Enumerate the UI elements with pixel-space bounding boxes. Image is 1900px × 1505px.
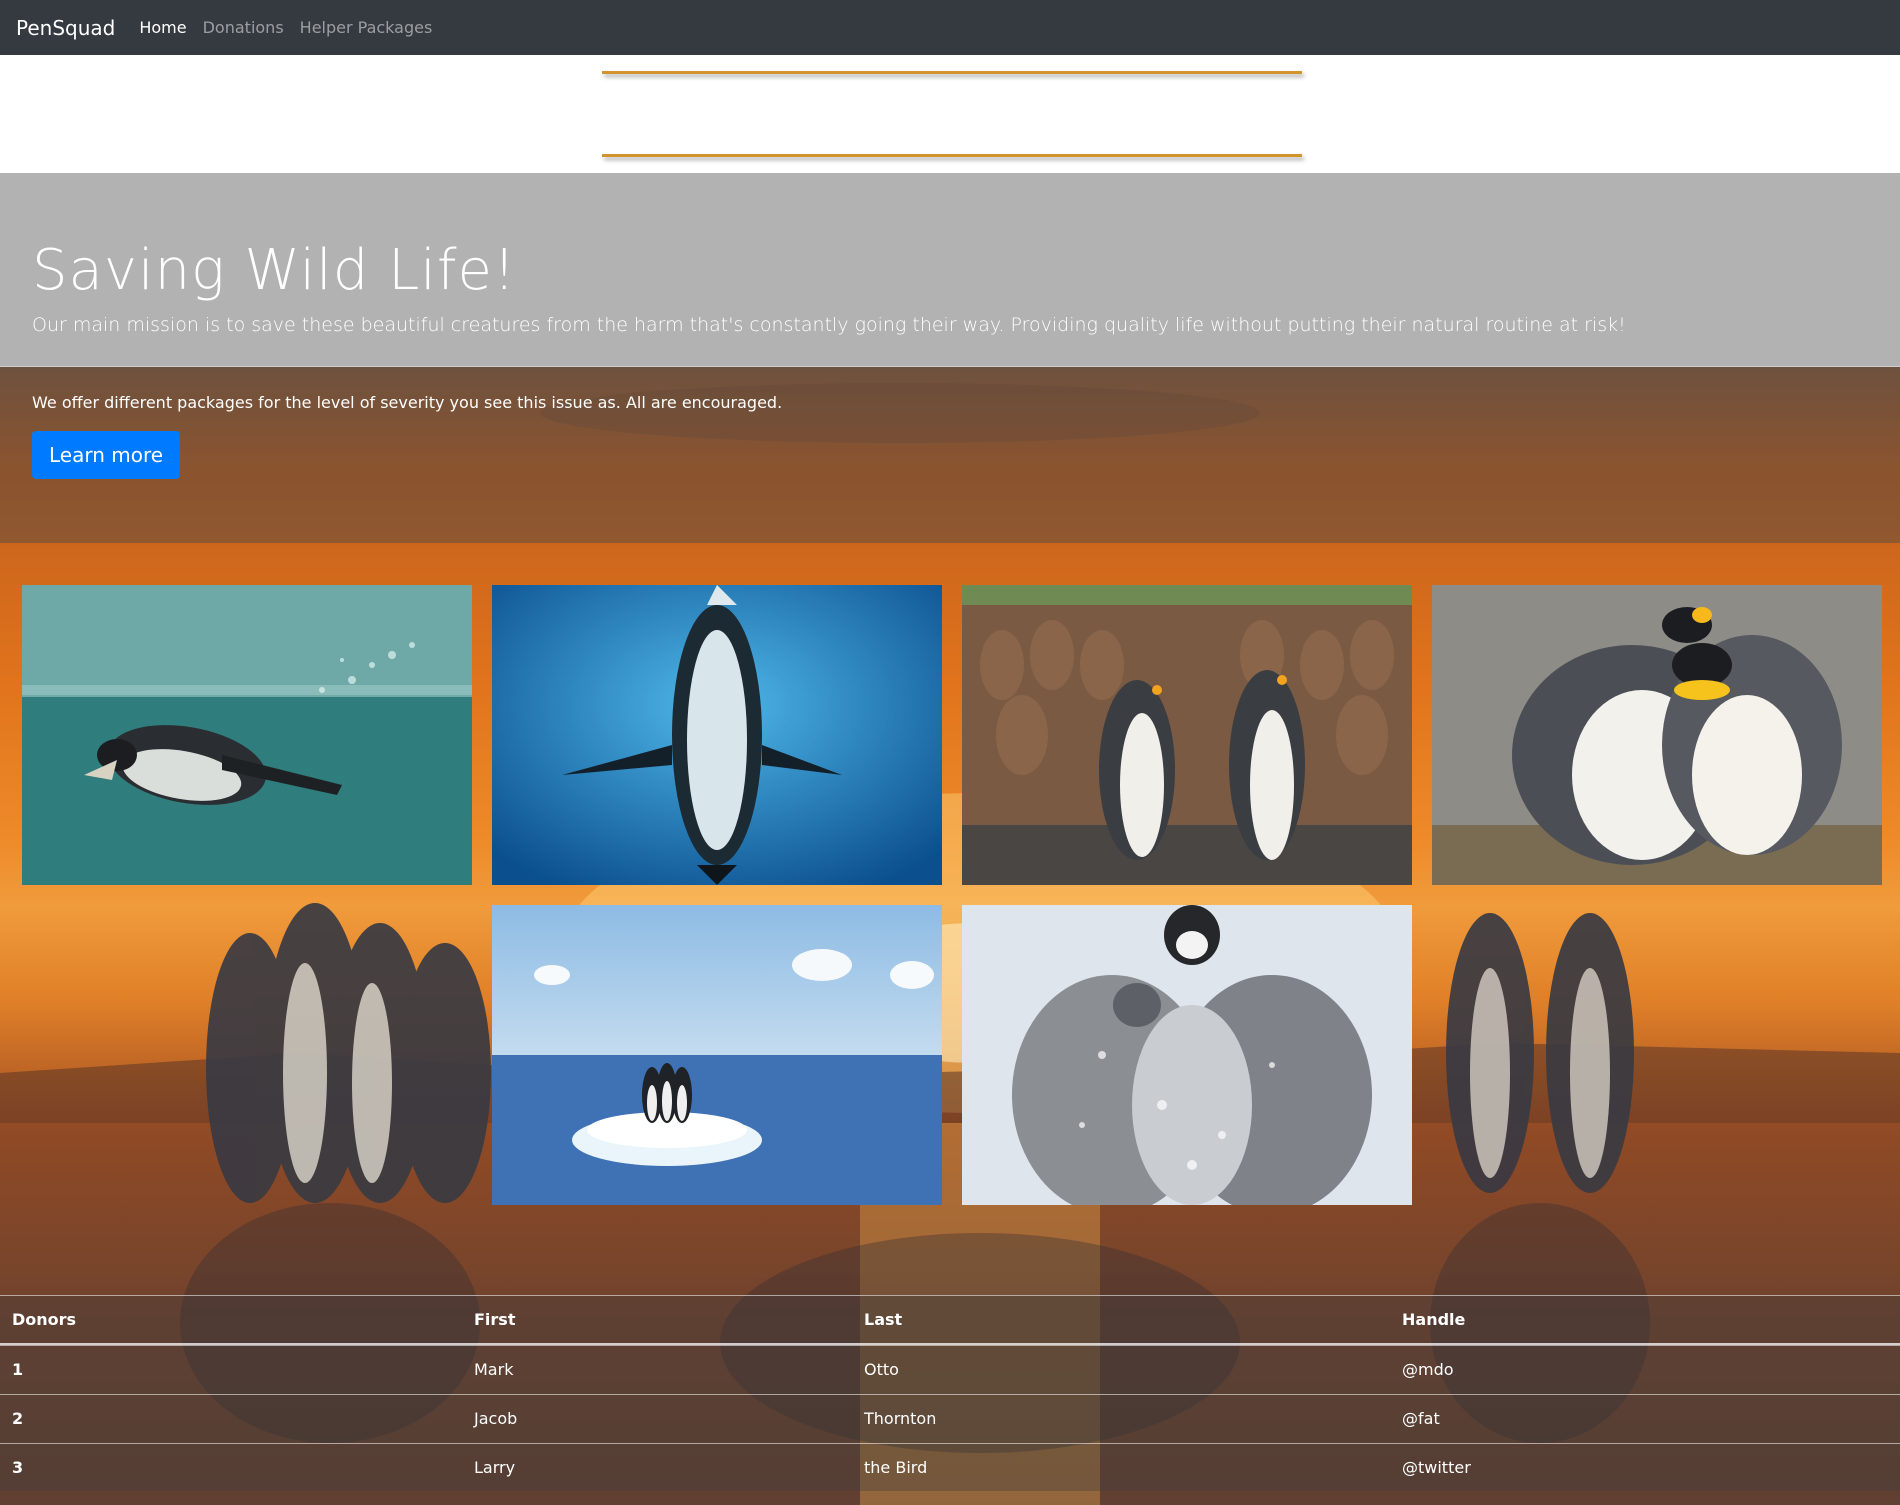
last-name: the Bird (864, 1458, 928, 1477)
jumbotron: Saving Wild Life! Our main mission is to… (0, 173, 1900, 543)
nav-donations[interactable]: Donations (203, 18, 284, 37)
header-last: Last (864, 1310, 903, 1329)
photo-king-penguin-colony[interactable] (962, 585, 1412, 885)
first-name: Jacob (474, 1409, 518, 1428)
table-row: 2 Jacob Thornton @fat (0, 1394, 1900, 1443)
row-number: 1 (12, 1360, 24, 1379)
header-donors: Donors (12, 1310, 77, 1329)
navbar: PenSquad Home Donations Helper Packages (0, 0, 1900, 55)
table-row: 1 Mark Otto @mdo (0, 1345, 1900, 1394)
header-band (0, 55, 1900, 173)
table-header-row: Donors First Last Handle (0, 1295, 1900, 1345)
divider (0, 366, 1900, 367)
packages-text: We offer different packages for the leve… (32, 393, 783, 412)
learn-more-button[interactable]: Learn more (32, 431, 180, 479)
header-first: First (474, 1310, 516, 1329)
photo-emperor-penguin-chick[interactable] (962, 905, 1412, 1205)
top-accent-line (602, 71, 1302, 74)
nav-home[interactable]: Home (139, 18, 186, 37)
photo-penguin-diving[interactable] (492, 585, 942, 885)
donors-table: Donors First Last Handle 1 Mark Otto @md… (0, 1295, 1900, 1491)
photo-penguin-swimming[interactable] (22, 585, 472, 885)
photo-king-penguin-couple[interactable] (1432, 585, 1882, 885)
nav-helper-packages[interactable]: Helper Packages (300, 18, 433, 37)
row-number: 2 (12, 1409, 24, 1428)
handle: @fat (1402, 1409, 1440, 1428)
mission-lead: Our main mission is to save these beauti… (32, 314, 1626, 336)
brand-logo[interactable]: PenSquad (16, 16, 115, 40)
row-number: 3 (12, 1458, 24, 1477)
first-name: Mark (474, 1360, 514, 1379)
last-name: Otto (864, 1360, 899, 1379)
last-name: Thornton (864, 1409, 937, 1428)
header-handle: Handle (1402, 1310, 1466, 1329)
first-name: Larry (474, 1458, 516, 1477)
table-row: 3 Larry the Bird @twitter (0, 1443, 1900, 1492)
photo-penguins-on-ice-floe[interactable] (492, 905, 942, 1205)
handle: @mdo (1402, 1360, 1454, 1379)
handle: @twitter (1402, 1458, 1471, 1477)
page-title: Saving Wild Life! (32, 238, 517, 303)
bottom-accent-line (602, 154, 1302, 157)
